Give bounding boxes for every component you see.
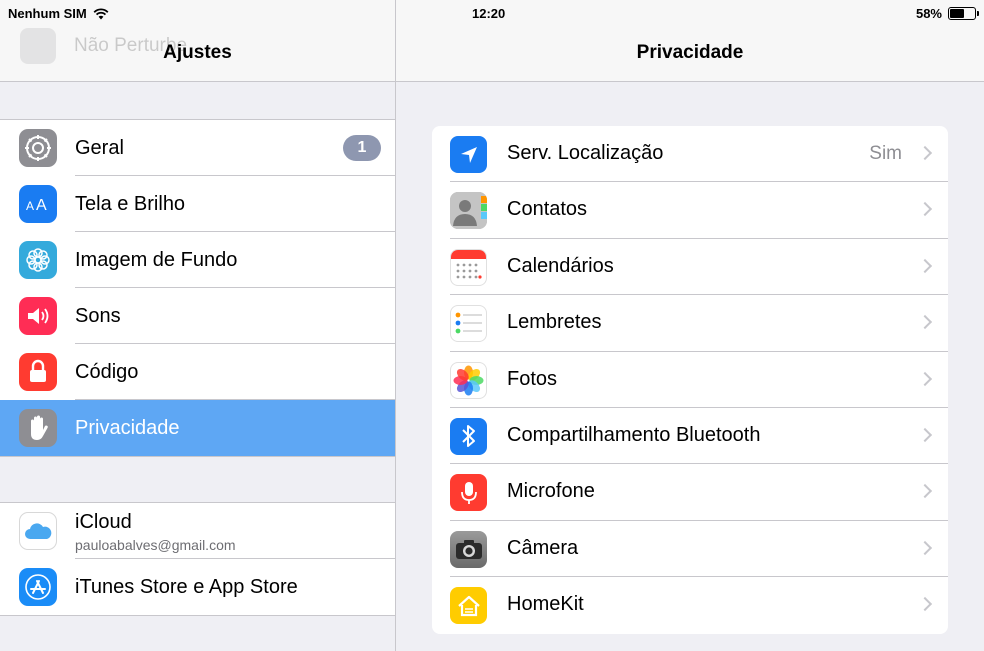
home-icon [450, 587, 487, 625]
privacy-item-label: Lembretes [507, 311, 602, 334]
sidebar-item-itunes-app-store[interactable]: iTunes Store e App Store [0, 559, 395, 615]
text-size-icon: A A [19, 185, 57, 223]
privacy-detail-pane: Privacidade Serv. Localização Sim Contat… [396, 0, 984, 651]
sidebar-item-imagem-de-fundo[interactable]: Imagem de Fundo [0, 232, 395, 288]
privacy-item-label: Contatos [507, 198, 588, 221]
svg-text:A: A [36, 197, 47, 214]
privacy-item-label: Serv. Localização [507, 142, 664, 164]
calendar-icon [450, 248, 487, 286]
privacy-item-bluetooth-sharing[interactable]: Compartilhamento Bluetooth [432, 408, 948, 465]
sidebar-item-label: iCloud [75, 511, 132, 533]
clock: 12:20 [472, 6, 506, 21]
chevron-right-icon [917, 371, 933, 386]
sidebar-item-label: Imagem de Fundo [75, 248, 238, 271]
privacy-list: Serv. Localização Sim Contatos Calendári… [432, 126, 948, 634]
privacy-item-label: Calendários [507, 254, 614, 277]
chevron-right-icon [917, 258, 933, 273]
privacy-item-homekit[interactable]: HomeKit [432, 577, 948, 633]
chevron-right-icon [917, 427, 933, 443]
sidebar-item-codigo[interactable]: Código [0, 344, 395, 400]
privacy-item-calendars[interactable]: Calendários [432, 239, 948, 296]
chevron-right-icon [917, 202, 933, 217]
camera-icon [450, 530, 487, 568]
sidebar-item-label: Código [75, 360, 139, 383]
sidebar-item-sons[interactable]: Sons [0, 288, 395, 344]
privacy-item-label: HomeKit [507, 593, 584, 616]
privacy-item-photos[interactable]: Fotos [432, 352, 948, 408]
reminders-icon [450, 305, 487, 343]
app-store-icon [19, 568, 57, 606]
privacy-item-camera[interactable]: Câmera [432, 521, 948, 578]
microphone-icon [450, 474, 487, 512]
chevron-right-icon [917, 484, 933, 499]
photos-icon [450, 361, 487, 399]
battery-status: 58% [915, 6, 979, 21]
battery-percent: 58% [915, 6, 942, 21]
status-bar: Nenhum SIM 12:20 58% [0, 0, 984, 28]
settings-group-accounts: iCloud pauloabalves@gmail.com iTunes Sto… [0, 502, 395, 616]
privacy-item-microphone[interactable]: Microfone [432, 464, 948, 521]
gear-icon [19, 129, 57, 167]
chevron-right-icon [917, 315, 933, 330]
sidebar-item-label: Geral [75, 136, 124, 159]
sidebar-item-geral[interactable]: Geral 1 [0, 120, 395, 176]
account-email: pauloabalves@gmail.com [75, 537, 236, 553]
bluetooth-icon [450, 417, 487, 455]
chevron-right-icon [917, 597, 933, 612]
sidebar-item-label: Tela e Brilho [75, 192, 186, 215]
carrier-label: Nenhum SIM [8, 6, 87, 21]
privacy-item-reminders[interactable]: Lembretes [432, 295, 948, 352]
privacy-item-location[interactable]: Serv. Localização Sim [432, 126, 948, 183]
chevron-right-icon [917, 540, 933, 555]
update-badge: 1 [343, 135, 381, 161]
privacy-item-contacts[interactable]: Contatos [432, 182, 948, 239]
sidebar-item-tela-e-brilho[interactable]: A A Tela e Brilho [0, 176, 395, 232]
chevron-right-icon [917, 145, 933, 161]
sidebar-item-label: Privacidade [75, 416, 180, 439]
contacts-icon [450, 192, 487, 230]
lock-icon [19, 353, 57, 391]
sidebar-item-privacidade[interactable]: Privacidade [0, 400, 395, 456]
speaker-icon [19, 297, 57, 335]
sidebar-item-label: Sons [75, 304, 121, 327]
battery-fill [950, 9, 964, 18]
sidebar-item-label: iTunes Store e App Store [75, 575, 298, 598]
wifi-icon [93, 7, 109, 19]
page-title: Privacidade [636, 42, 744, 63]
settings-sidebar: Não Perturbe Ajustes Geral 1 A A Tela e … [0, 0, 395, 651]
hand-icon [19, 409, 57, 447]
location-status-value: Sim [869, 143, 902, 164]
svg-text:A: A [26, 199, 34, 213]
privacy-item-label: Fotos [507, 367, 558, 390]
carrier-status: Nenhum SIM [8, 6, 109, 21]
cloud-icon [19, 512, 57, 550]
flower-icon [19, 241, 57, 279]
settings-group-main: Geral 1 A A Tela e Brilho Imagem de Fund… [0, 119, 395, 457]
privacy-item-label: Compartilhamento Bluetooth [507, 423, 761, 446]
privacy-item-label: Câmera [507, 536, 579, 559]
location-arrow-icon [450, 136, 487, 173]
sidebar-item-icloud[interactable]: iCloud pauloabalves@gmail.com [0, 503, 395, 559]
battery-icon [948, 7, 979, 20]
sidebar-title: Ajustes [163, 42, 232, 63]
privacy-item-label: Microfone [507, 480, 595, 503]
